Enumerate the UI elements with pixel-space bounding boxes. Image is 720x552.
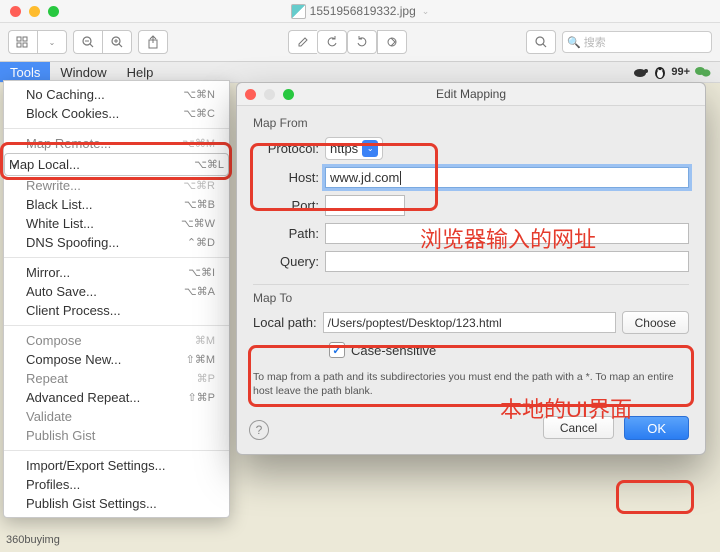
protocol-value: https — [330, 141, 358, 156]
search-placeholder: 搜索 — [584, 34, 606, 50]
menu-publish-gist[interactable]: Publish Gist — [4, 426, 229, 445]
file-thumbnail-icon — [291, 4, 306, 19]
menu-map-remote[interactable]: Map Remote...⌥⌘M — [4, 134, 229, 153]
wechat-icon[interactable] — [694, 65, 712, 79]
case-sensitive-checkbox[interactable]: ✓ — [329, 342, 345, 358]
window-title: 1551956819332.jpg — [310, 4, 416, 18]
query-label: Query: — [253, 254, 319, 269]
dialog-title: Edit Mapping — [237, 87, 705, 101]
search-input[interactable]: 🔍 搜索 — [562, 31, 712, 53]
select-arrow-icon: ⌄ — [362, 140, 378, 157]
menu-compose-new[interactable]: Compose New...⇧⌘M — [4, 350, 229, 369]
case-sensitive-label: Case-sensitive — [351, 343, 436, 358]
penguin-icon[interactable] — [653, 65, 667, 79]
notification-count: 99+ — [671, 66, 690, 78]
menu-map-local[interactable]: Map Local...⌥⌘L — [4, 153, 229, 176]
port-input[interactable] — [325, 195, 405, 216]
annotation-browser-url: 浏览器输入的网址 — [420, 222, 596, 254]
search-icon: 🔍 — [567, 36, 581, 49]
menu-publish-gist-settings[interactable]: Publish Gist Settings... — [4, 494, 229, 513]
menu-black-list[interactable]: Black List...⌥⌘B — [4, 195, 229, 214]
zoom-out-button[interactable] — [73, 30, 102, 54]
annotation-box-ok — [616, 480, 694, 514]
ok-button[interactable]: OK — [624, 416, 689, 440]
menu-tools[interactable]: Tools — [0, 62, 50, 82]
background-text: 360buyimg — [6, 534, 60, 546]
edit-button[interactable] — [288, 30, 317, 54]
host-label: Host: — [253, 170, 319, 185]
turtle-icon[interactable] — [631, 65, 649, 79]
path-label: Path: — [253, 226, 319, 241]
share-button[interactable] — [138, 30, 168, 54]
menu-dns-spoofing[interactable]: DNS Spoofing...⌃⌘D — [4, 233, 229, 252]
menu-mirror[interactable]: Mirror...⌥⌘I — [4, 263, 229, 282]
menu-advanced-repeat[interactable]: Advanced Repeat...⇧⌘P — [4, 388, 229, 407]
menu-rewrite[interactable]: Rewrite...⌥⌘R — [4, 176, 229, 195]
local-path-label: Local path: — [253, 315, 317, 330]
rotate-right-button[interactable] — [347, 30, 377, 54]
protocol-label: Protocol: — [253, 141, 319, 156]
map-from-label: Map From — [253, 116, 689, 130]
view-grid-button[interactable] — [8, 30, 37, 54]
map-to-label: Map To — [253, 291, 689, 305]
toolbar: ⌄ — [0, 23, 720, 62]
port-label: Port: — [253, 198, 319, 213]
menu-profiles[interactable]: Profiles... — [4, 475, 229, 494]
menu-validate[interactable]: Validate — [4, 407, 229, 426]
edit-mapping-dialog: Edit Mapping Map From Protocol: https ⌄ … — [236, 82, 706, 455]
rotate-left-button[interactable] — [317, 30, 347, 54]
tools-dropdown: No Caching...⌥⌘N Block Cookies...⌥⌘C Map… — [3, 80, 230, 518]
annotation-local-ui: 本地的UI界面 — [500, 392, 632, 424]
host-input[interactable]: www.jd.com — [325, 167, 689, 188]
menu-help[interactable]: Help — [117, 62, 164, 82]
menu-block-cookies[interactable]: Block Cookies...⌥⌘C — [4, 104, 229, 123]
choose-button[interactable]: Choose — [622, 311, 689, 334]
menu-import-export[interactable]: Import/Export Settings... — [4, 456, 229, 475]
query-input[interactable] — [325, 251, 689, 272]
local-path-input[interactable]: /Users/poptest/Desktop/123.html — [323, 312, 616, 333]
menu-no-caching[interactable]: No Caching...⌥⌘N — [4, 85, 229, 104]
window-titlebar: 1551956819332.jpg ⌄ — [0, 0, 720, 23]
view-dropdown-button[interactable]: ⌄ — [37, 30, 67, 54]
menu-compose[interactable]: Compose⌘M — [4, 331, 229, 350]
menu-repeat[interactable]: Repeat⌘P — [4, 369, 229, 388]
menu-window[interactable]: Window — [50, 62, 116, 82]
menu-client-process[interactable]: Client Process... — [4, 301, 229, 320]
markup-button[interactable] — [377, 30, 407, 54]
mag-tool-button[interactable] — [526, 30, 556, 54]
menu-auto-save[interactable]: Auto Save...⌥⌘A — [4, 282, 229, 301]
protocol-select[interactable]: https ⌄ — [325, 137, 383, 160]
chevron-down-icon[interactable]: ⌄ — [422, 6, 430, 17]
zoom-in-button[interactable] — [102, 30, 132, 54]
menu-white-list[interactable]: White List...⌥⌘W — [4, 214, 229, 233]
